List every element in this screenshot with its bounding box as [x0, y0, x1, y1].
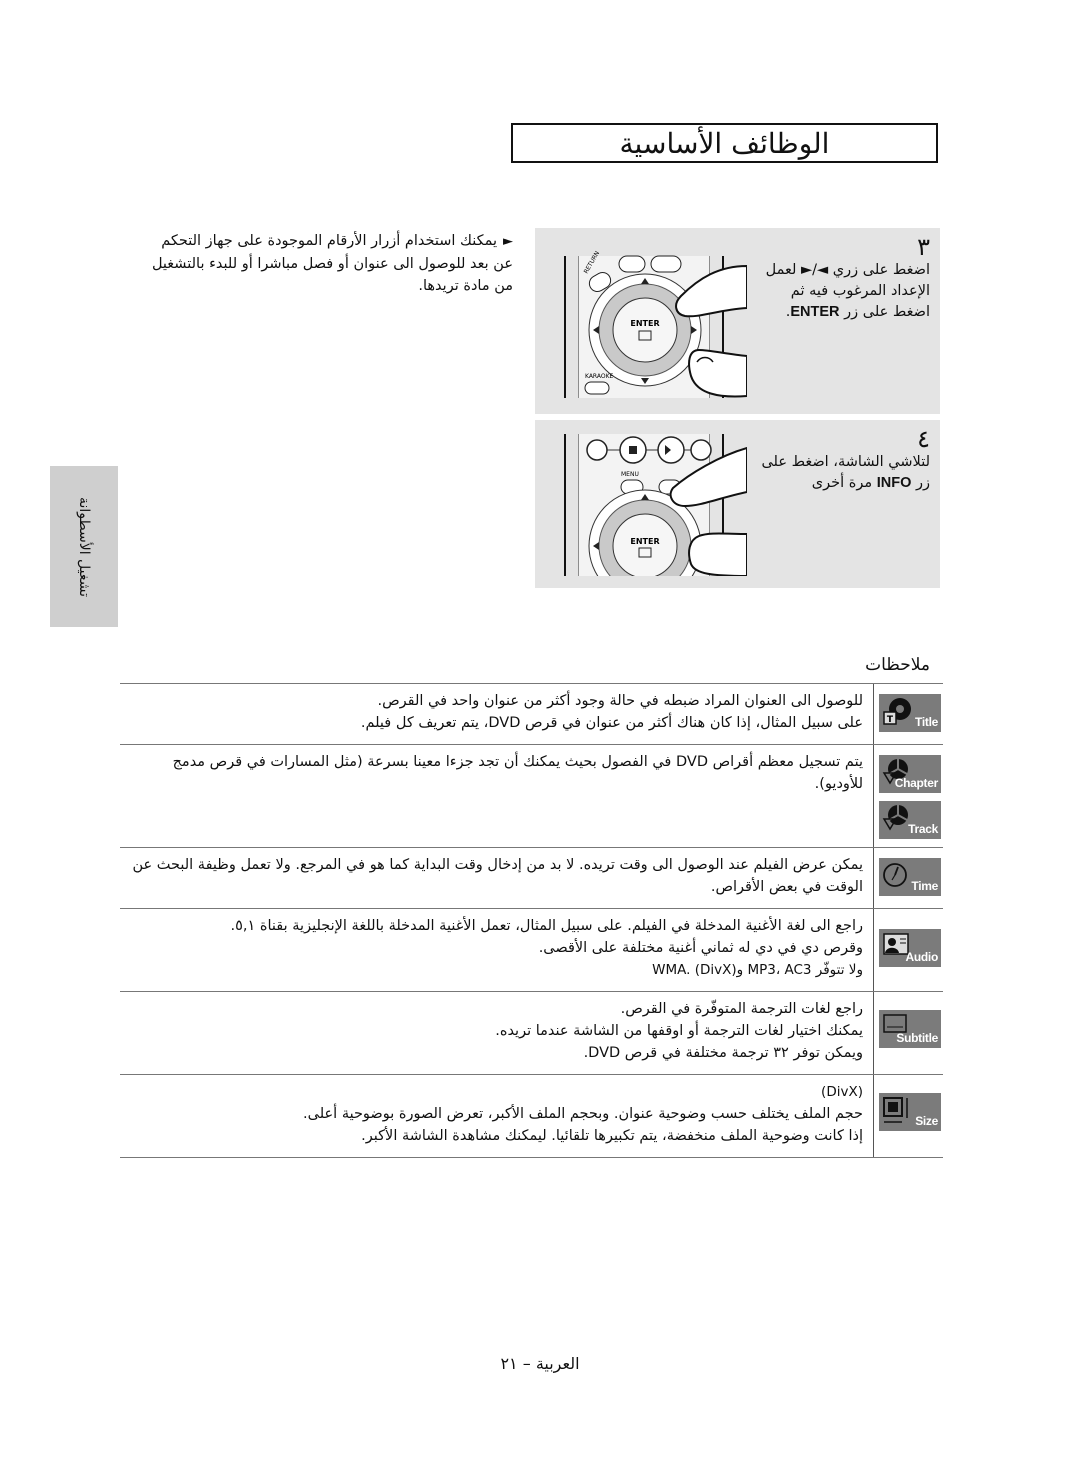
note-line: (DivX): [821, 1084, 863, 1100]
page-title-box: الوظائف الأساسية: [511, 123, 938, 163]
time-icon: Time: [879, 858, 941, 896]
size-icon: Size: [879, 1093, 941, 1131]
note-icon-cell: Audio: [873, 909, 943, 991]
note-line: حجم الملف يختلف حسب وضوحية عنوان. وبحجم …: [303, 1106, 863, 1122]
bullet-triangle-icon: ►: [503, 234, 513, 249]
icon-label: Subtitle: [896, 1031, 938, 1045]
note-row-size: Size (DivX) حجم الملف يختلف حسب وضوحية ع…: [120, 1074, 943, 1158]
step-text-end: مرة أخرى: [811, 475, 873, 491]
icon-label: Audio: [905, 950, 939, 964]
icon-label: Size: [915, 1114, 938, 1128]
note-line: على سبيل المثال، إذا كان هناك أكثر من عن…: [360, 715, 863, 731]
audio-icon: Audio: [879, 929, 941, 967]
intro-text: يمكنك استخدام أزرار الأرقام الموجودة على…: [151, 233, 513, 294]
note-icon-cell: T Title: [873, 684, 943, 744]
chapter-icon: Chapter: [879, 755, 941, 793]
note-line: يمكنك اختيار لغات الترجمة أو اوقفها من ا…: [495, 1023, 863, 1039]
note-row-chapter-track: Chapter Track يتم تسجيل معظم أقراص DVD ف…: [120, 744, 943, 847]
icon-label: Track: [908, 822, 938, 836]
note-icon-cell: Subtitle: [873, 992, 943, 1074]
svg-text:MENU: MENU: [621, 471, 639, 478]
step-panel-3: RETURN ENTER KARAOKE ٣ اضغط على زري ◄/► …: [535, 228, 940, 414]
svg-text:KARAOKE: KARAOKE: [585, 373, 614, 380]
track-icon: Track: [879, 801, 941, 839]
note-row-audio: Audio راجع الى لغة الأغنية المدخلة في ال…: [120, 908, 943, 991]
note-text: راجع لغات الترجمة المتوفّرة في القرص. يم…: [120, 992, 873, 1074]
note-line: وقرص دي في دي له ثماني أغنية مختلفة على …: [538, 940, 863, 956]
remote-info-illustration: MENU ENTER: [549, 426, 747, 576]
note-line: ولا تتوفّر MP3، AC3 وWMA. (DivX): [652, 962, 863, 978]
note-line: يتم تسجيل معظم أقراص DVD في الفصول بحيث …: [172, 754, 863, 792]
note-line: يمكن عرض الفيلم عند الوصول الى وقت تريده…: [132, 857, 863, 895]
svg-text:ENTER: ENTER: [630, 319, 659, 328]
section-side-tab: تشغيل الأسطوانة: [50, 466, 118, 627]
note-icon-cell: Size: [873, 1075, 943, 1157]
step-number: ٣: [917, 233, 930, 261]
icon-label: Title: [915, 715, 938, 729]
step-panel-4: MENU ENTER ٤ لتلاشي الشاشة، اضغط على زر …: [535, 420, 940, 588]
intro-paragraph: ►يمكنك استخدام أزرار الأرقام الموجودة عل…: [145, 230, 513, 297]
remote-enter-illustration: RETURN ENTER KARAOKE: [549, 238, 747, 404]
note-line: ويمكن توفر ٣٢ ترجمة مختلفة في قرص DVD.: [583, 1045, 863, 1061]
notes-table: T Title للوصول الى العنوان المراد ضبطه ف…: [120, 683, 943, 1158]
note-line: إذا كانت وضوحية الملف منخفضة، يتم تكبيره…: [361, 1128, 863, 1144]
note-text: (DivX) حجم الملف يختلف حسب وضوحية عنوان.…: [120, 1075, 873, 1157]
side-tab-label: تشغيل الأسطوانة: [76, 496, 92, 597]
note-text: راجع الى لغة الأغنية المدخلة في الفيلم. …: [120, 909, 873, 991]
enter-button-label: ENTER: [790, 304, 840, 320]
note-row-title: T Title للوصول الى العنوان المراد ضبطه ف…: [120, 683, 943, 744]
note-line: راجع الى لغة الأغنية المدخلة في الفيلم. …: [230, 918, 863, 934]
icon-label: Chapter: [894, 776, 939, 790]
svg-text:T: T: [887, 715, 894, 725]
note-row-time: Time يمكن عرض الفيلم عند الوصول الى وقت …: [120, 847, 943, 908]
title-icon: T Title: [879, 694, 941, 732]
note-text: يتم تسجيل معظم أقراص DVD في الفصول بحيث …: [120, 745, 873, 847]
page-footer: العربية – ٢١: [500, 1354, 580, 1373]
svg-text:ENTER: ENTER: [630, 537, 659, 546]
step-number: ٤: [917, 425, 930, 453]
note-icon-cell: Chapter Track: [873, 745, 943, 847]
note-text: يمكن عرض الفيلم عند الوصول الى وقت تريده…: [120, 848, 873, 908]
note-line: للوصول الى العنوان المراد ضبطه في حالة و…: [377, 693, 863, 709]
notes-heading: ملاحظات: [865, 655, 930, 675]
note-text: للوصول الى العنوان المراد ضبطه في حالة و…: [120, 684, 873, 744]
icon-label: Time: [911, 879, 938, 893]
step-3-instructions: ٣ اضغط على زري ◄/► لعمل الإعداد المرغوب …: [760, 234, 930, 323]
page-title: الوظائف الأساسية: [619, 126, 830, 160]
subtitle-icon: Subtitle: [879, 1010, 941, 1048]
note-icon-cell: Time: [873, 848, 943, 908]
step-4-instructions: ٤ لتلاشي الشاشة، اضغط على زر INFO مرة أخ…: [760, 426, 930, 494]
note-line: راجع لغات الترجمة المتوفّرة في القرص.: [620, 1001, 863, 1017]
info-button-label: INFO: [876, 475, 912, 491]
note-row-subtitle: Subtitle راجع لغات الترجمة المتوفّرة في …: [120, 991, 943, 1074]
